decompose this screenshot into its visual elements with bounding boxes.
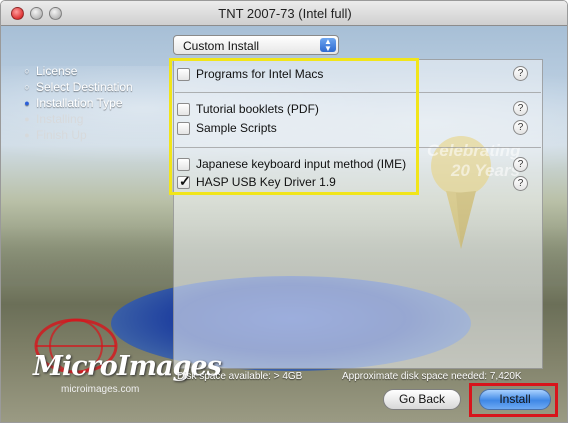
highlight-box-packages xyxy=(169,58,419,195)
step-installing: ● Installing xyxy=(21,111,171,127)
help-icon[interactable]: ? xyxy=(513,101,528,116)
step-label: Installation Type xyxy=(36,96,123,110)
help-icon[interactable]: ? xyxy=(513,176,528,191)
step-label: Select Destination xyxy=(36,80,133,94)
step-label: License xyxy=(36,64,78,78)
step-label: Finish Up xyxy=(36,128,87,142)
step-finish-up: ● Finish Up xyxy=(21,127,171,143)
installer-steps: ○ License ○ Select Destination ● Install… xyxy=(21,63,171,143)
badge-line2: 20 Years xyxy=(451,161,521,180)
title-bar: TNT 2007-73 (Intel full) xyxy=(1,1,567,26)
help-icon[interactable]: ? xyxy=(513,66,528,81)
window-title: TNT 2007-73 (Intel full) xyxy=(218,6,352,21)
highlight-box-install xyxy=(469,383,558,417)
disk-space-needed: Approximate disk space needed: 7,420K xyxy=(342,371,522,382)
disk-space-available: Disk space available: > 4GB xyxy=(177,371,303,382)
step-done-icon: ○ xyxy=(24,82,30,92)
go-back-button[interactable]: Go Back xyxy=(383,389,461,410)
step-pending-icon: ● xyxy=(24,114,30,124)
step-label: Installing xyxy=(36,112,84,126)
step-license: ○ License xyxy=(21,63,171,79)
badge-line1: Celebrating xyxy=(427,141,521,160)
step-installation-type: ● Installation Type xyxy=(21,95,171,111)
step-pending-icon: ● xyxy=(24,130,30,140)
help-icon[interactable]: ? xyxy=(513,120,528,135)
logo-url: microimages.com xyxy=(61,384,140,395)
step-select-destination: ○ Select Destination xyxy=(21,79,171,95)
installer-window: TNT 2007-73 (Intel full) ○ License ○ Sel… xyxy=(0,0,568,423)
help-icon[interactable]: ? xyxy=(513,157,528,172)
install-type-value: Custom Install xyxy=(183,39,260,53)
step-done-icon: ○ xyxy=(24,66,30,76)
install-type-popup[interactable]: Custom Install ▲ ▼ xyxy=(173,35,339,55)
popup-arrows-icon: ▲ ▼ xyxy=(320,38,336,53)
step-current-icon: ● xyxy=(24,98,30,108)
